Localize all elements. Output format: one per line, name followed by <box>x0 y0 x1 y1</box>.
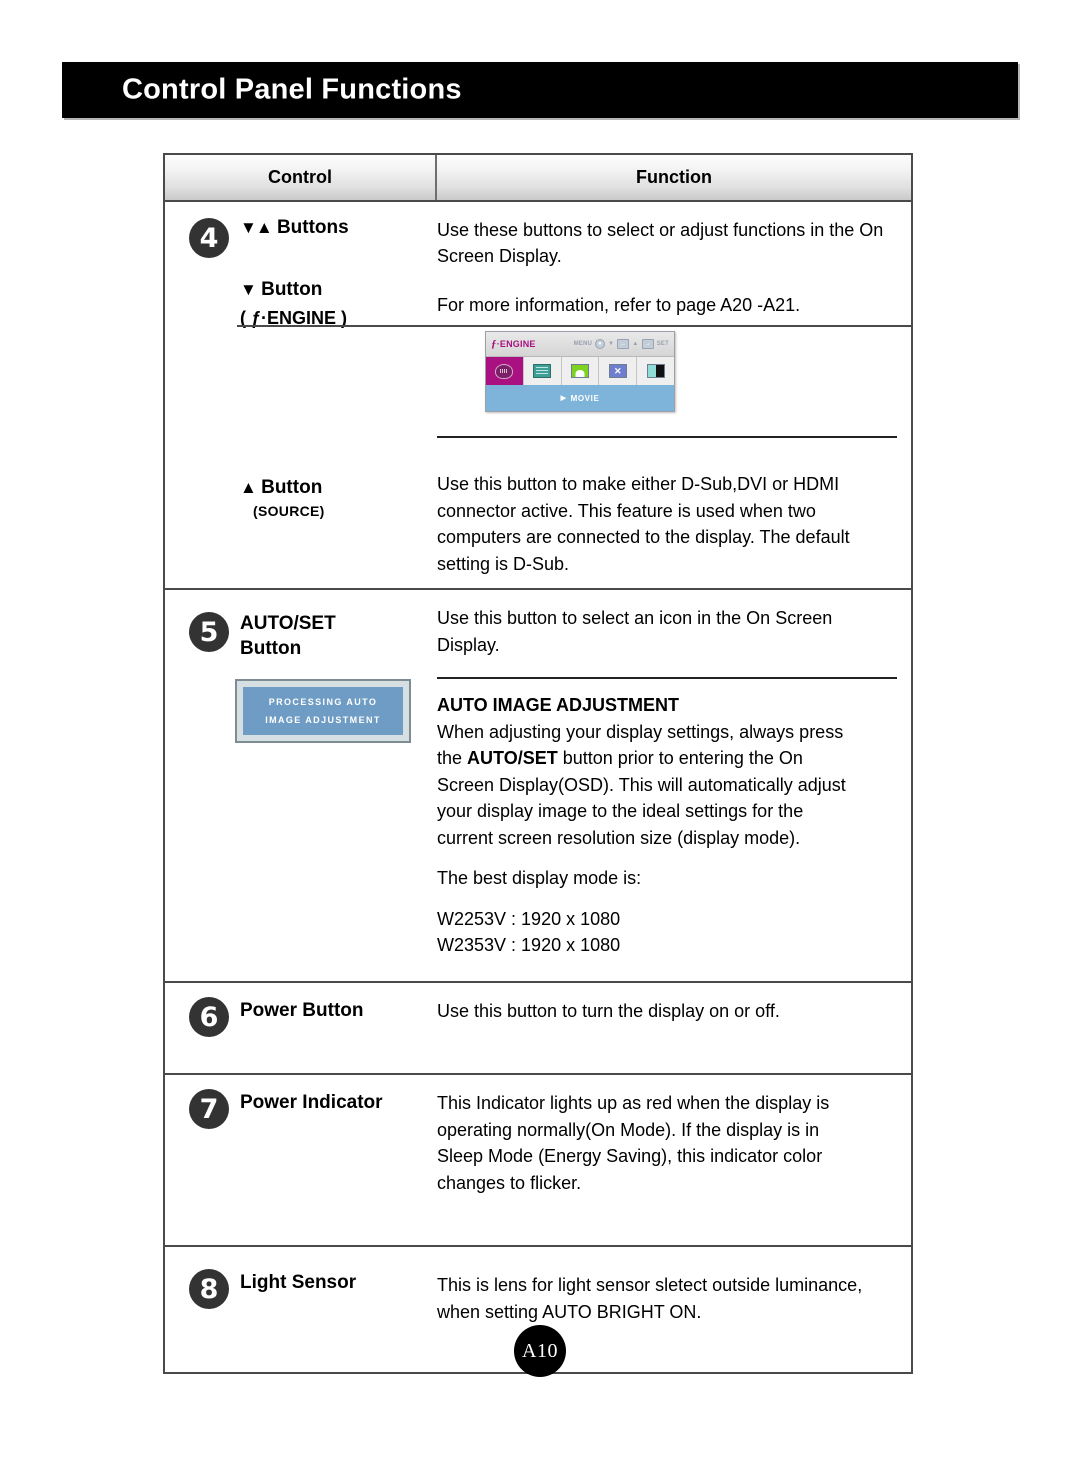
function-text-line: changes to flicker. <box>437 1172 582 1193</box>
osd-set-label: SET <box>656 341 669 348</box>
control-cell: 5 AUTO/SET Button PROCESSING AUTO IMAGE … <box>165 590 437 981</box>
function-text-line: connector active. This feature is used w… <box>437 500 816 521</box>
column-header-function: Function <box>636 167 712 187</box>
function-cell: Use these buttons to select or adjust fu… <box>437 202 911 588</box>
function-text-line: Screen Display(OSD). This will automatic… <box>437 774 846 795</box>
control-label-power-indicator: Power Indicator <box>240 1092 383 1114</box>
up-key-icon: → <box>641 339 654 350</box>
osd-up-label: ▲ <box>632 341 639 348</box>
menu-key-icon: ● <box>595 339 606 350</box>
control-label-down-button: ▼ Button <box>240 278 437 302</box>
function-text-line: Screen Display. <box>437 246 562 267</box>
processing-auto-line2: IMAGE ADJUSTMENT <box>265 714 381 725</box>
page-number-badge: A10 <box>514 1325 566 1377</box>
control-cell: 4 ▼▲ Buttons ▼ Button ( ƒ·ENGINE ) ▲ But… <box>165 202 437 588</box>
x-icon: ✕ <box>608 364 627 379</box>
function-text-line: Use this button to make either D-Sub,DVI… <box>437 474 840 495</box>
down-key-icon: ← <box>617 339 630 350</box>
processing-auto-line1: PROCESSING AUTO <box>268 696 378 707</box>
control-label-text: Buttons <box>276 217 349 238</box>
down-arrow-icon: ▼ <box>240 280 257 300</box>
step-number-badge: 8 <box>189 1269 229 1310</box>
osd-icon-demo <box>637 357 674 386</box>
table-header-row: Control Function <box>165 155 911 202</box>
function-cell: This is lens for light sensor sletect ou… <box>437 1247 911 1372</box>
caret-right-icon: ▶ <box>560 395 567 403</box>
control-label-autoset: AUTO/SET <box>240 613 336 635</box>
function-text-line: Use this button to select an icon in the… <box>437 608 833 629</box>
control-cell: 8 Light Sensor <box>165 1247 437 1372</box>
table-row: 7 Power Indicator This Indicator lights … <box>165 1075 911 1248</box>
function-text-line: For more information, refer to page A20 … <box>437 294 801 315</box>
function-text-line: Use this button to turn the display on o… <box>437 1001 780 1022</box>
step-number-badge: 4 <box>189 218 229 258</box>
control-functions-table: Control Function 4 ▼▲ Buttons ▼ Button (… <box>163 153 913 1375</box>
fengine-text: ·ENGINE <box>496 339 536 350</box>
function-cell: Use this button to turn the display on o… <box>437 983 911 1073</box>
osd-icon-movie <box>486 357 524 386</box>
function-cell: Use this button to select an icon in the… <box>437 590 911 981</box>
osd-icon-row: ✕ <box>486 356 674 386</box>
function-cell: This Indicator lights up as red when the… <box>437 1075 911 1245</box>
step-number-badge: 7 <box>189 1089 229 1130</box>
column-header-control: Control <box>165 155 437 200</box>
control-sublabel-source: (SOURCE) <box>253 502 325 519</box>
control-label-autoset-button: Button <box>240 637 302 659</box>
osd-brand-label: ƒ·ENGINE <box>491 338 536 350</box>
section-heading-auto-image-adjustment: AUTO IMAGE ADJUSTMENT <box>437 695 680 716</box>
down-up-arrow-icon: ▼▲ <box>240 218 273 237</box>
control-label-buttons: ▼▲ Buttons <box>240 216 437 240</box>
osd-icon-normal: ✕ <box>599 357 638 386</box>
control-cell: 6 Power Button <box>165 983 437 1073</box>
row-sub-separator <box>437 436 897 439</box>
function-text-line: your display image to the ideal settings… <box>437 801 804 822</box>
osd-down-label: ▼ <box>608 341 615 348</box>
up-arrow-icon: ▲ <box>240 477 257 497</box>
control-cell: 7 Power Indicator <box>165 1075 437 1245</box>
movie-icon <box>495 363 514 379</box>
osd-titlebar: ƒ·ENGINE MENU ● ▼ ← ▲ → SET <box>486 332 674 357</box>
function-text-line: computers are connected to the display. … <box>437 527 850 548</box>
control-label-power-button: Power Button <box>240 1000 364 1022</box>
fengine-osd-graphic: ƒ·ENGINE MENU ● ▼ ← ▲ → SET ✕ ▶ MOVIE <box>485 331 675 413</box>
page-title-bar: Control Panel Functions <box>62 62 1018 118</box>
osd-icon-internet <box>523 357 562 386</box>
display-mode-line: W2353V : 1920 x 1080 <box>437 934 621 955</box>
function-text-line: This Indicator lights up as red when the… <box>437 1093 830 1114</box>
table-row: 4 ▼▲ Buttons ▼ Button ( ƒ·ENGINE ) ▲ But… <box>165 202 911 591</box>
globe-icon <box>533 364 552 379</box>
person-icon <box>570 364 589 379</box>
function-text-line: when setting AUTO BRIGHT ON. <box>437 1301 702 1322</box>
best-display-mode-label: The best display mode is: <box>437 868 642 889</box>
osd-menu-label: MENU <box>573 341 593 348</box>
table-row: 6 Power Button Use this button to turn t… <box>165 983 911 1076</box>
control-label-text: Button <box>261 279 323 301</box>
control-label-text: Button <box>261 476 323 498</box>
function-text-line: This is lens for light sensor sletect ou… <box>437 1275 863 1296</box>
split-screen-icon <box>646 364 665 379</box>
display-mode-line: W2253V : 1920 x 1080 <box>437 908 621 929</box>
function-text-line: the AUTO/SET button prior to entering th… <box>437 748 803 769</box>
function-text-line: current screen resolution size (display … <box>437 827 801 848</box>
osd-key-hints: MENU ● ▼ ← ▲ → SET <box>573 339 669 350</box>
osd-selected-mode-label: MOVIE <box>570 393 600 403</box>
function-text-line: Use these buttons to select or adjust fu… <box>437 220 884 240</box>
function-text-line: operating normally(On Mode). If the disp… <box>437 1119 820 1140</box>
control-label-light-sensor: Light Sensor <box>240 1272 357 1294</box>
function-text-line: setting is D-Sub. <box>437 553 570 574</box>
processing-auto-inner: PROCESSING AUTO IMAGE ADJUSTMENT <box>243 686 403 735</box>
step-number-badge: 5 <box>189 612 229 653</box>
page-title: Control Panel Functions <box>122 73 462 106</box>
step-number-badge: 6 <box>189 997 229 1038</box>
table-row: 5 AUTO/SET Button PROCESSING AUTO IMAGE … <box>165 590 911 984</box>
osd-selected-mode-bar: ▶ MOVIE <box>486 385 674 412</box>
function-text-line: Display. <box>437 634 500 655</box>
function-text-line: Sleep Mode (Energy Saving), this indicat… <box>437 1146 823 1167</box>
row-inner-separator <box>237 325 911 327</box>
osd-icon-user <box>561 357 600 386</box>
processing-auto-graphic: PROCESSING AUTO IMAGE ADJUSTMENT <box>235 678 411 743</box>
row-sub-separator <box>437 677 897 680</box>
control-label-up-button: ▲ Button <box>240 476 437 500</box>
function-text-line: When adjusting your display settings, al… <box>437 721 844 742</box>
